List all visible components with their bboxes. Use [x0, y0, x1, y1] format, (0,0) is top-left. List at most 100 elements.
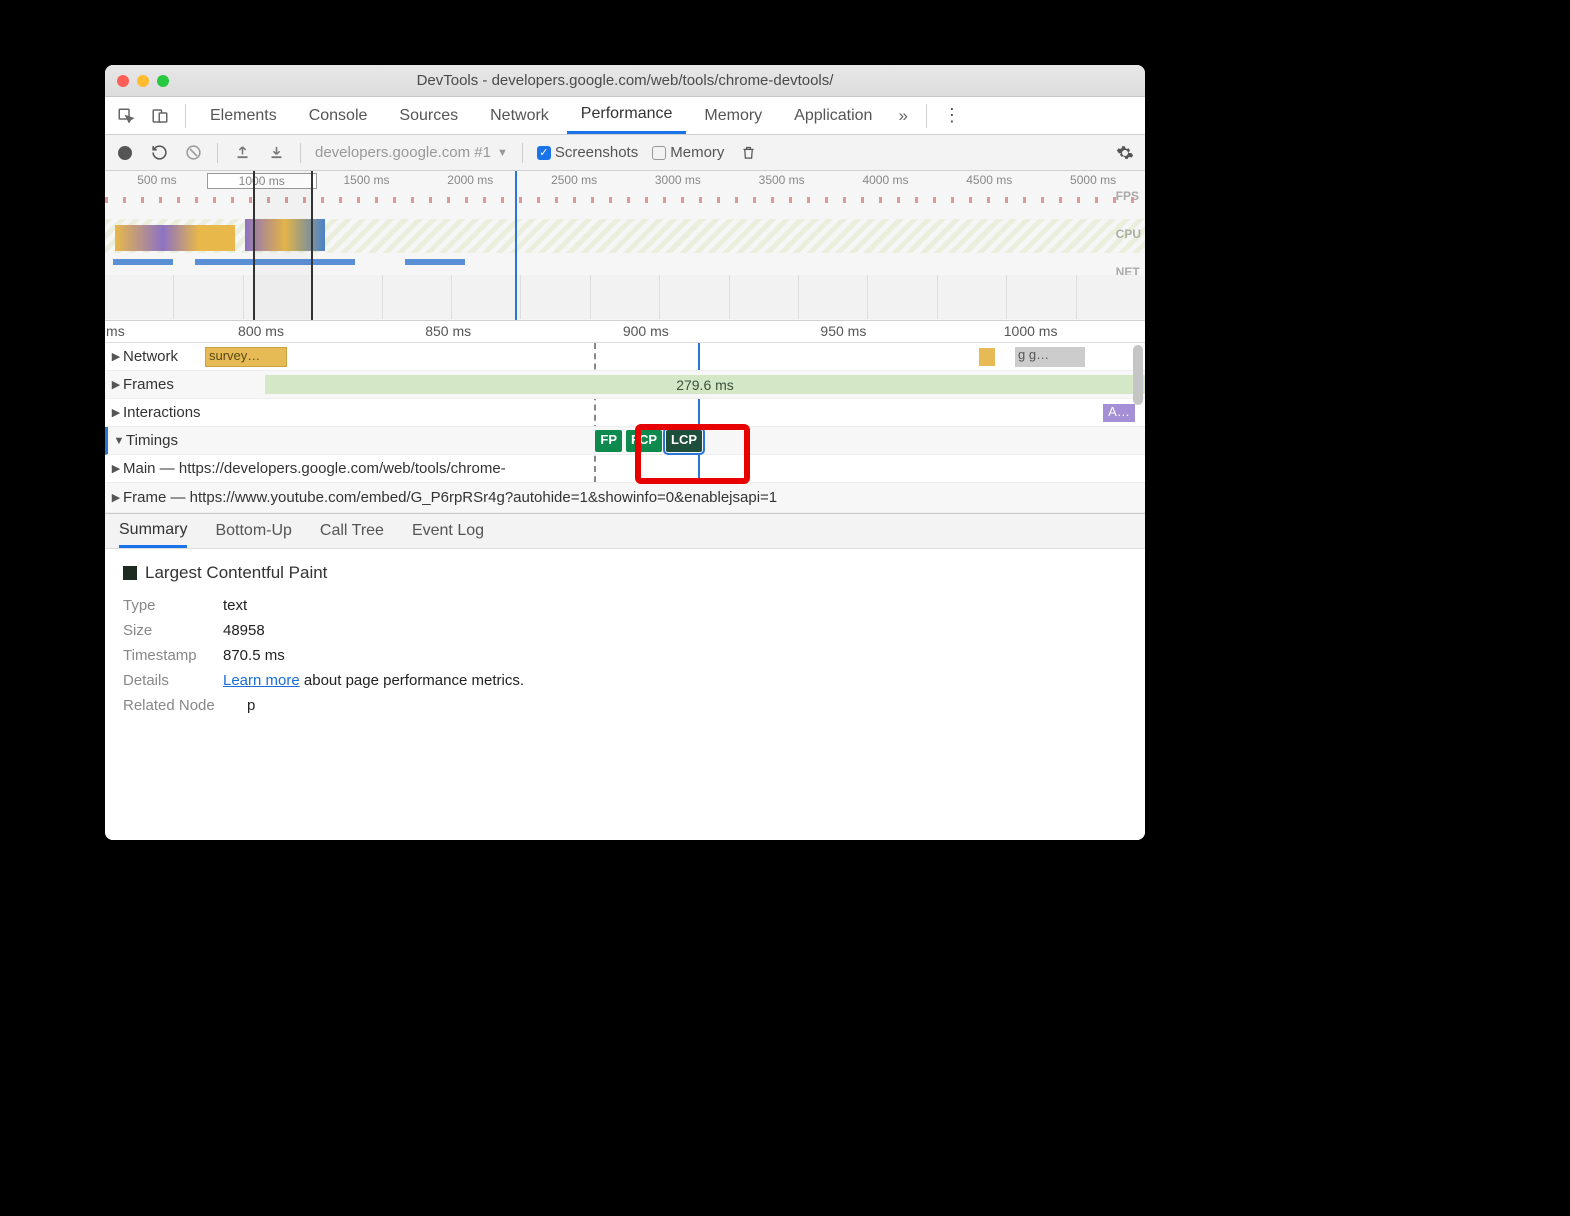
device-toolbar-icon[interactable]	[145, 101, 175, 131]
tab-sources[interactable]: Sources	[385, 97, 472, 134]
marker-lcp[interactable]: LCP	[666, 430, 702, 452]
track-main[interactable]: ▶ Main — https://developers.google.com/w…	[105, 455, 1145, 483]
tab-performance[interactable]: Performance	[567, 97, 687, 134]
ruler-tick: 1000 ms	[1004, 323, 1058, 339]
summary-title: Largest Contentful Paint	[145, 563, 327, 583]
flamechart-ruler[interactable]: ms 800 ms 850 ms 900 ms 950 ms 1000 ms	[105, 321, 1145, 343]
summary-value: 870.5 ms	[223, 647, 285, 664]
window-title: DevTools - developers.google.com/web/too…	[105, 72, 1145, 89]
panel-tabbar: Elements Console Sources Network Perform…	[105, 97, 1145, 135]
tab-elements[interactable]: Elements	[196, 97, 291, 134]
load-profile-icon[interactable]	[232, 143, 252, 163]
summary-row-timestamp: Timestamp 870.5 ms	[123, 647, 1127, 664]
separator	[217, 143, 218, 163]
track-timings[interactable]: ▼ Timings FP FCP LCP	[105, 427, 1145, 455]
perf-toolbar: developers.google.com #1 ▼ ✓ Screenshots…	[105, 135, 1145, 171]
clear-button[interactable]	[183, 143, 203, 163]
track-frame[interactable]: ▶ Frame — https://www.youtube.com/embed/…	[105, 483, 1145, 513]
more-tabs-icon[interactable]: »	[890, 106, 915, 126]
track-network-label: Network	[123, 348, 178, 365]
track-frames-label: Frames	[123, 376, 174, 393]
overview-body	[105, 189, 1145, 320]
tab-network[interactable]: Network	[476, 97, 563, 134]
scrollbar[interactable]	[1133, 345, 1143, 405]
close-window-button[interactable]	[117, 75, 129, 87]
screenshots-label: Screenshots	[555, 144, 638, 161]
summary-key: Timestamp	[123, 647, 209, 664]
checkbox-checked-icon: ✓	[537, 146, 551, 160]
settings-gear-icon[interactable]	[1115, 143, 1135, 163]
summary-title-row: Largest Contentful Paint	[123, 563, 1127, 583]
overview-tick: 3000 ms	[626, 173, 730, 187]
overview-tick: 2500 ms	[522, 173, 626, 187]
btab-event-log[interactable]: Event Log	[412, 514, 484, 548]
track-network[interactable]: ▶ Network survey… g g…	[105, 343, 1145, 371]
separator	[926, 104, 927, 128]
overview-tick: 4000 ms	[834, 173, 938, 187]
summary-value: 48958	[223, 622, 265, 639]
marker-fcp[interactable]: FCP	[626, 430, 662, 452]
reload-button[interactable]	[149, 143, 169, 163]
summary-value: Learn more about page performance metric…	[223, 672, 524, 689]
ruler-tick: 800 ms	[238, 323, 284, 339]
titlebar: DevTools - developers.google.com/web/too…	[105, 65, 1145, 97]
tab-memory[interactable]: Memory	[690, 97, 776, 134]
summary-row-type: Type text	[123, 597, 1127, 614]
screenshots-checkbox[interactable]: ✓ Screenshots	[537, 144, 638, 161]
minimize-window-button[interactable]	[137, 75, 149, 87]
save-profile-icon[interactable]	[266, 143, 286, 163]
network-entry[interactable]: survey…	[205, 347, 287, 367]
track-frames[interactable]: ▶ Frames 279.6 ms	[105, 371, 1145, 399]
separator	[300, 143, 301, 163]
collapse-icon[interactable]: ▼	[112, 435, 126, 447]
network-entry[interactable]: g g…	[1015, 347, 1085, 367]
expand-icon[interactable]: ▶	[109, 350, 123, 363]
summary-row-details: Details Learn more about page performanc…	[123, 672, 1127, 689]
btab-bottom-up[interactable]: Bottom-Up	[215, 514, 291, 548]
overview-selection[interactable]	[253, 171, 313, 320]
learn-more-link[interactable]: Learn more	[223, 672, 300, 689]
summary-value: text	[223, 597, 247, 614]
overview-tick: 1500 ms	[315, 173, 419, 187]
flamechart-tracks: ▶ Network survey… g g… ▶ Frames 279.6 ms…	[105, 343, 1145, 513]
recording-select[interactable]: developers.google.com #1 ▼	[315, 144, 508, 161]
summary-key: Type	[123, 597, 209, 614]
kebab-menu-icon[interactable]: ⋮	[937, 105, 967, 126]
expand-icon[interactable]: ▶	[109, 378, 123, 391]
ruler-tick: 950 ms	[820, 323, 866, 339]
network-entry[interactable]	[979, 348, 995, 366]
inspect-element-icon[interactable]	[111, 101, 141, 131]
overview-tick: 500 ms	[105, 173, 209, 187]
btab-call-tree[interactable]: Call Tree	[320, 514, 384, 548]
traffic-lights	[117, 65, 169, 96]
devtools-window: DevTools - developers.google.com/web/too…	[105, 65, 1145, 840]
record-button[interactable]	[115, 143, 135, 163]
ruler-tick: 850 ms	[425, 323, 471, 339]
summary-value[interactable]: p	[247, 697, 255, 714]
expand-icon[interactable]: ▶	[109, 491, 123, 504]
track-frame-label: Frame — https://www.youtube.com/embed/G_…	[123, 489, 777, 506]
zoom-window-button[interactable]	[157, 75, 169, 87]
marker-fp[interactable]: FP	[595, 430, 622, 452]
expand-icon[interactable]: ▶	[109, 406, 123, 419]
separator	[522, 143, 523, 163]
overview-timeline[interactable]: 500 ms 1000 ms 1500 ms 2000 ms 2500 ms 3…	[105, 171, 1145, 321]
frame-duration-bar[interactable]: 279.6 ms	[265, 375, 1145, 394]
summary-key: Related Node	[123, 697, 233, 714]
btab-summary[interactable]: Summary	[119, 514, 187, 548]
overview-tick: 4500 ms	[937, 173, 1041, 187]
memory-checkbox[interactable]: Memory	[652, 144, 724, 161]
tab-application[interactable]: Application	[780, 97, 886, 134]
tab-console[interactable]: Console	[295, 97, 382, 134]
expand-icon[interactable]: ▶	[109, 462, 123, 475]
track-main-label: Main — https://developers.google.com/web…	[123, 460, 506, 477]
interaction-entry[interactable]: A…	[1103, 404, 1135, 422]
track-interactions[interactable]: ▶ Interactions A…	[105, 399, 1145, 427]
details-rest: about page performance metrics.	[300, 672, 524, 689]
garbage-collect-icon[interactable]	[738, 143, 758, 163]
chevron-down-icon: ▼	[497, 147, 508, 159]
details-tabbar: Summary Bottom-Up Call Tree Event Log	[105, 513, 1145, 549]
overview-tick: 3500 ms	[730, 173, 834, 187]
summary-swatch	[123, 566, 137, 580]
overview-tick: 5000 ms	[1041, 173, 1145, 187]
